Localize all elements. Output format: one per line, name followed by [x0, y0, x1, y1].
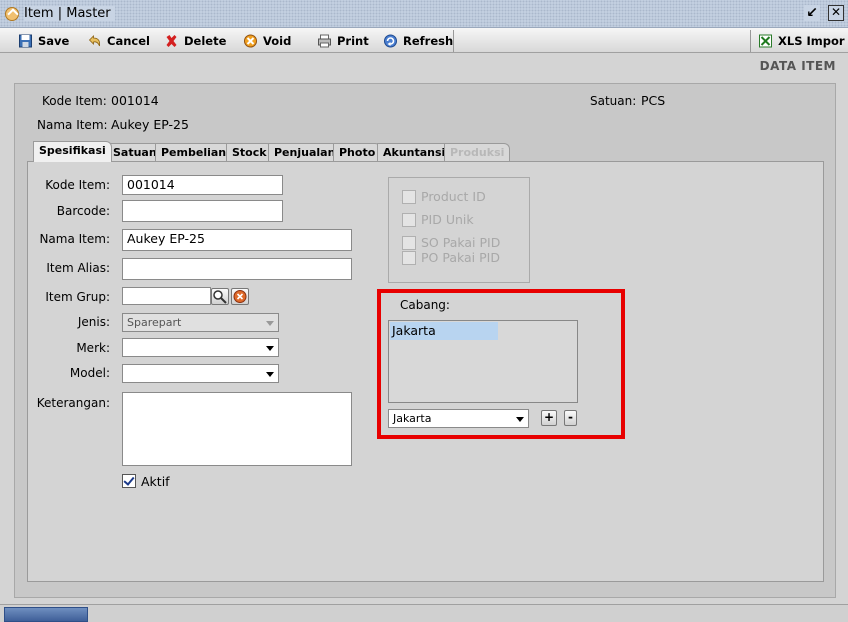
keterangan-label: Keterangan: [36, 396, 110, 410]
tab-produksi: Produksi [444, 143, 511, 161]
delete-x-icon [166, 35, 177, 47]
aktif-label: Aktif [141, 474, 170, 489]
po-pakai-pid-checkbox [402, 251, 416, 265]
po-pakai-pid-label: PO Pakai PID [421, 250, 500, 265]
kode-item-field[interactable]: 001014 [122, 175, 283, 195]
header-nama-item-label: Nama Item: [37, 118, 108, 132]
jenis-label: Jenis: [77, 315, 110, 329]
save-button[interactable]: Save [18, 31, 69, 51]
pid-unik-label: PID Unik [421, 212, 474, 227]
item-alias-field[interactable] [122, 258, 352, 280]
window-title: Item | Master [24, 6, 115, 21]
refresh-icon [384, 34, 397, 48]
cabang-select-value: Jakarta [393, 412, 432, 425]
jenis-value: Sparepart [127, 316, 182, 329]
model-select[interactable] [122, 364, 279, 383]
tab-penjualan[interactable]: Penjualan [268, 143, 342, 161]
tab-akuntansi[interactable]: Akuntansi [377, 143, 452, 161]
merk-label: Merk: [76, 341, 110, 355]
tab-pembelian[interactable]: Pembelian [155, 143, 233, 161]
so-pakai-pid-checkbox [402, 236, 416, 250]
title-bar: Item | Master ↙ ✕ [0, 0, 848, 28]
remove-cabang-button[interactable]: - [564, 410, 577, 426]
restore-icon[interactable]: ↙ [804, 5, 820, 21]
item-grup-label: Item Grup: [45, 290, 110, 304]
xls-import-button[interactable]: XLS Impor [758, 31, 845, 51]
header-kode-item-value: 001014 [111, 93, 159, 108]
header-satuan-label: Satuan: [590, 94, 637, 108]
item-grup-field[interactable] [122, 287, 211, 305]
product-id-checkbox [402, 190, 416, 204]
barcode-field[interactable] [122, 200, 283, 222]
cabang-label: Cabang: [400, 298, 450, 312]
status-progress-segment [4, 607, 88, 622]
barcode-label: Barcode: [56, 204, 110, 218]
toolbar-separator [453, 30, 454, 52]
item-alias-label: Item Alias: [46, 261, 110, 275]
cabang-list[interactable]: Jakarta [388, 320, 578, 403]
tab-photo[interactable]: Photo [333, 143, 382, 161]
header-satuan-value: PCS [641, 93, 666, 108]
add-cabang-button[interactable]: + [541, 410, 557, 426]
void-circle-icon [244, 34, 257, 48]
status-bar [0, 604, 848, 622]
tab-stock[interactable]: Stock [226, 143, 273, 161]
void-button[interactable]: Void [243, 31, 291, 51]
clear-circle-icon [233, 290, 247, 303]
excel-icon [759, 34, 772, 48]
toolbar: Save Cancel Delete Void Print Refresh XL… [0, 28, 848, 53]
print-button[interactable]: Print [317, 31, 369, 51]
printer-icon [318, 34, 331, 48]
kode-item-label: Kode Item: [45, 178, 110, 192]
nama-item-field[interactable]: Aukey EP-25 [122, 229, 352, 251]
close-icon[interactable]: ✕ [828, 5, 844, 21]
app-icon [5, 7, 19, 21]
toolbar-separator [750, 30, 751, 52]
cabang-list-item[interactable]: Jakarta [390, 322, 498, 340]
section-title: DATA ITEM [759, 59, 836, 73]
tab-spesifikasi[interactable]: Spesifikasi [33, 141, 112, 162]
delete-button[interactable]: Delete [164, 31, 226, 51]
item-grup-clear-button[interactable] [231, 288, 249, 305]
cancel-button[interactable]: Cancel [87, 31, 150, 51]
item-grup-search-button[interactable] [211, 288, 229, 305]
nama-item-label: Nama Item: [39, 232, 110, 246]
model-label: Model: [69, 366, 110, 380]
product-id-label: Product ID [421, 189, 486, 204]
aktif-checkbox[interactable] [122, 474, 136, 488]
header-nama-item-value: Aukey EP-25 [111, 117, 189, 132]
so-pakai-pid-label: SO Pakai PID [421, 235, 501, 250]
merk-select[interactable] [122, 338, 279, 357]
refresh-button[interactable]: Refresh [383, 31, 453, 51]
pid-unik-checkbox [402, 213, 416, 227]
chevron-down-icon [266, 346, 274, 351]
chevron-down-icon [266, 372, 274, 377]
floppy-disk-icon [19, 34, 32, 48]
cabang-select[interactable]: Jakarta [388, 409, 529, 428]
jenis-select: Sparepart [122, 313, 279, 332]
header-kode-item-label: Kode Item: [42, 94, 107, 108]
magnifier-icon [213, 290, 227, 304]
chevron-down-icon [266, 321, 274, 326]
keterangan-textarea[interactable] [122, 392, 352, 466]
chevron-down-icon [516, 417, 524, 422]
undo-arrow-icon [88, 35, 101, 47]
